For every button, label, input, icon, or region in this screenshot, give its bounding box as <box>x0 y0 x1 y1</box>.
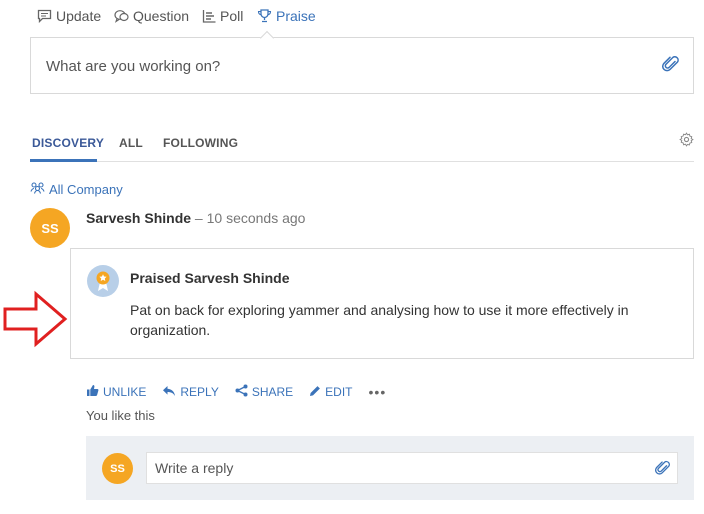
composer-placeholder: What are you working on? <box>46 58 221 75</box>
group-label: All Company <box>49 182 123 197</box>
tab-all[interactable]: ALL <box>119 136 143 150</box>
reply-icon <box>162 385 176 400</box>
poll-icon <box>202 9 216 23</box>
post-actions: UNLIKE REPLY SHARE EDIT ••• <box>86 384 386 400</box>
reply-avatar: SS <box>102 453 133 484</box>
likes-summary: You like this <box>86 408 155 423</box>
post-timestamp: – 10 seconds ago <box>191 210 306 226</box>
praise-message: Pat on back for exploring yammer and ana… <box>130 302 629 338</box>
avatar[interactable]: SS <box>30 208 70 248</box>
edit-button[interactable]: EDIT <box>309 385 353 400</box>
paperclip-icon[interactable] <box>662 54 680 79</box>
tab-praise[interactable]: Praise <box>257 8 316 24</box>
group-link-all-company[interactable]: All Company <box>30 182 123 197</box>
tab-following[interactable]: FOLLOWING <box>163 136 238 150</box>
unlike-label: UNLIKE <box>103 385 147 399</box>
share-button[interactable]: SHARE <box>235 384 293 400</box>
tab-update[interactable]: Update <box>37 8 101 24</box>
tab-poll[interactable]: Poll <box>202 8 243 24</box>
gear-icon[interactable] <box>679 132 694 152</box>
praise-title: Praised Sarvesh Shinde <box>130 270 290 286</box>
reply-button[interactable]: REPLY <box>162 385 219 400</box>
reply-label: REPLY <box>180 385 219 399</box>
tabs-divider <box>30 161 694 162</box>
active-tab-indicator <box>30 159 97 162</box>
praise-badge-icon <box>87 265 119 297</box>
praise-card: Praised Sarvesh Shinde Pat on back for e… <box>70 248 694 359</box>
tab-label: Poll <box>220 8 244 24</box>
reply-section: SS Write a reply <box>86 436 694 500</box>
tab-discovery[interactable]: DISCOVERY <box>32 136 104 150</box>
paperclip-icon[interactable] <box>655 459 671 482</box>
tab-label: Question <box>133 8 190 24</box>
unlike-button[interactable]: UNLIKE <box>86 384 146 400</box>
composer-input[interactable]: What are you working on? <box>30 37 694 94</box>
update-icon <box>37 9 52 23</box>
thumbs-up-icon <box>86 384 99 400</box>
share-icon <box>235 384 248 400</box>
more-options-icon[interactable]: ••• <box>369 384 387 400</box>
tab-label: Praise <box>276 8 316 24</box>
reply-input[interactable]: Write a reply <box>146 452 678 484</box>
pencil-icon <box>309 385 321 400</box>
reply-placeholder: Write a reply <box>155 460 234 476</box>
author-name[interactable]: Sarvesh Shinde <box>86 210 191 226</box>
trophy-icon <box>257 9 272 23</box>
share-label: SHARE <box>251 385 294 399</box>
group-icon <box>30 182 45 197</box>
question-icon <box>114 9 129 23</box>
post-header: Sarvesh Shinde – 10 seconds ago <box>86 210 305 226</box>
edit-label: EDIT <box>325 385 353 399</box>
tab-question[interactable]: Question <box>114 8 189 24</box>
tab-label: Update <box>56 8 102 24</box>
annotation-arrow-icon <box>3 290 68 348</box>
